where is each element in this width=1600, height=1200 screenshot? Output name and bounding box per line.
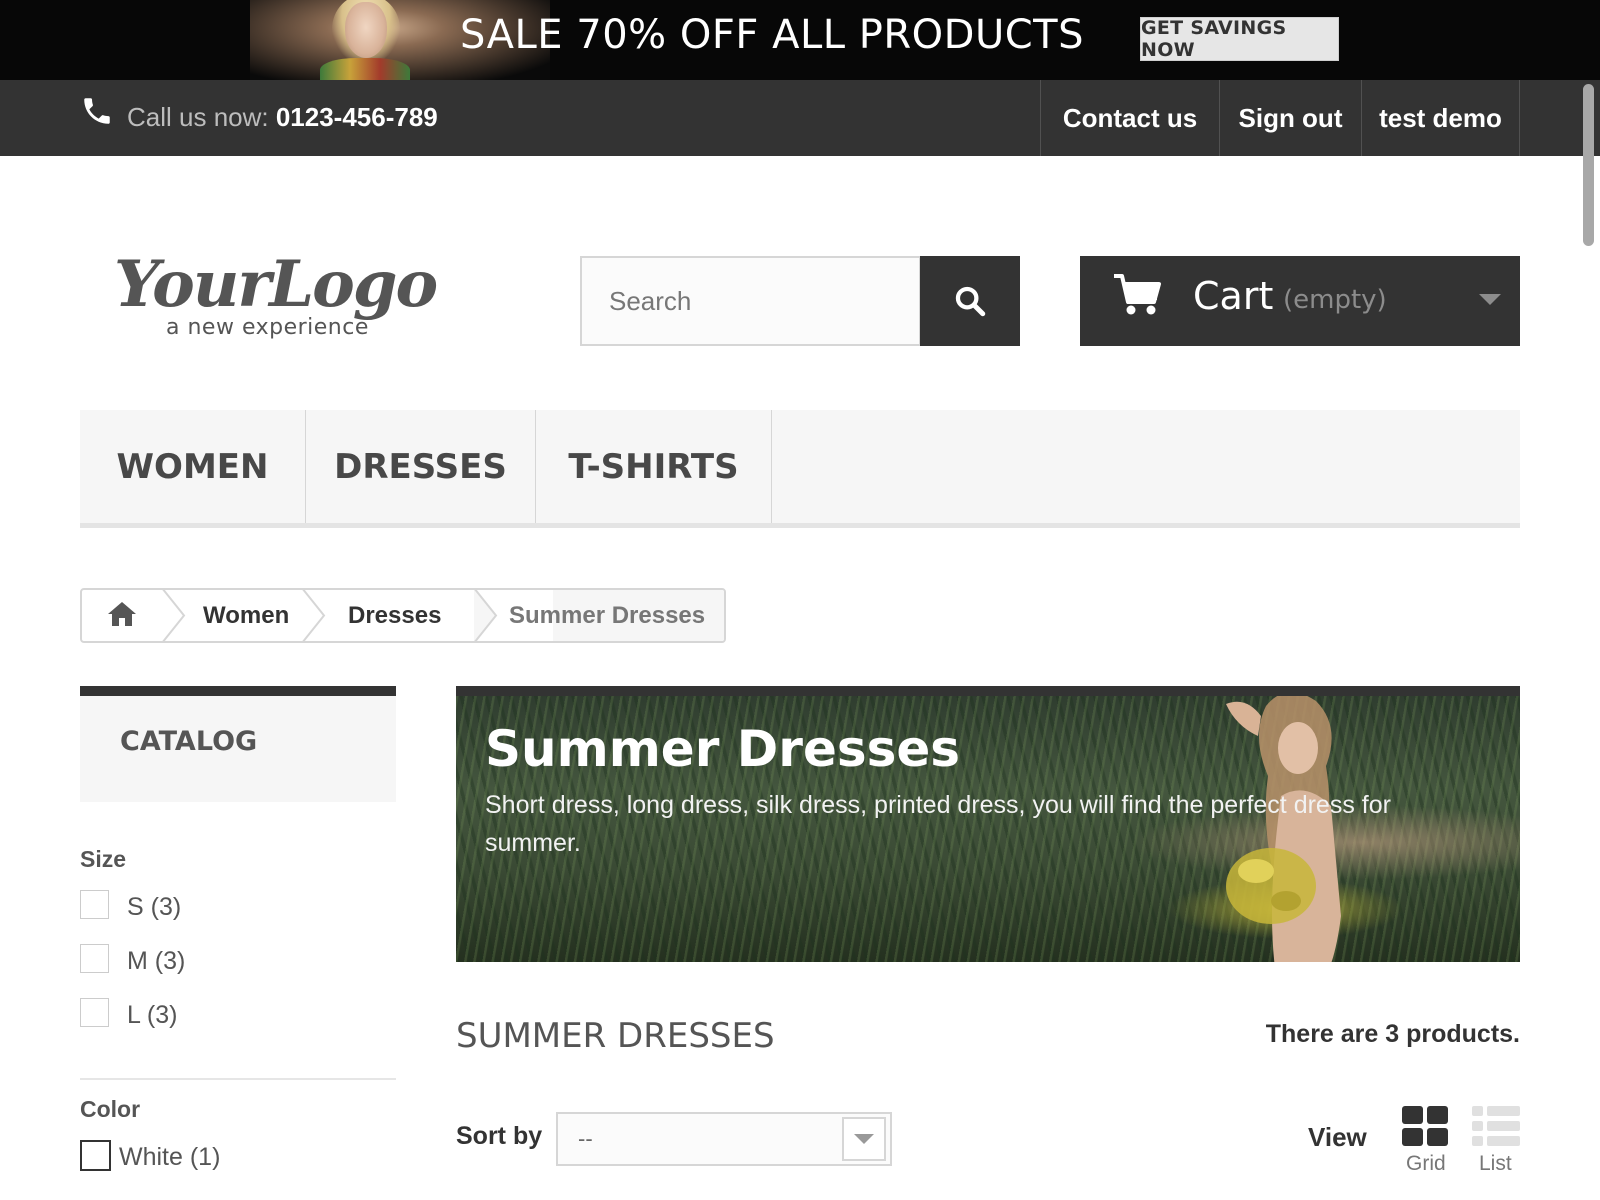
- catalog-title: CATALOG: [120, 726, 258, 757]
- color-swatch[interactable]: [80, 1140, 111, 1171]
- sort-select[interactable]: --: [556, 1112, 892, 1166]
- menu-item-women[interactable]: WOMEN: [80, 410, 306, 523]
- scrollbar-thumb[interactable]: [1583, 84, 1594, 246]
- category-heading: SUMMER DRESSES: [456, 1016, 775, 1056]
- call-us-text: Call us now: 0123-456-789: [127, 102, 438, 133]
- product-count: There are 3 products.: [1265, 1020, 1520, 1048]
- shopping-cart-icon: [1114, 274, 1161, 315]
- cart-label: Cart: [1193, 274, 1274, 318]
- breadcrumb-separator: [474, 590, 498, 641]
- sign-out-link[interactable]: Sign out: [1219, 80, 1361, 156]
- account-link[interactable]: test demo: [1361, 80, 1520, 156]
- sort-value: --: [578, 1126, 593, 1151]
- list-view-label[interactable]: List: [1479, 1152, 1512, 1176]
- checkbox[interactable]: [80, 890, 109, 919]
- filter-label: L (3): [127, 1001, 178, 1029]
- breadcrumb-women[interactable]: Women: [203, 590, 289, 641]
- filter-label: S (3): [127, 893, 182, 921]
- checkbox[interactable]: [80, 998, 109, 1027]
- phone-icon: [84, 98, 110, 124]
- category-banner: Summer Dresses Short dress, long dress, …: [456, 686, 1520, 962]
- category-banner-title: Summer Dresses: [485, 720, 961, 778]
- color-filter-title: Color: [80, 1096, 141, 1122]
- search-icon: [955, 286, 986, 317]
- cart-button[interactable]: Cart (empty): [1080, 256, 1520, 346]
- search-input[interactable]: Search: [580, 256, 921, 346]
- size-filter-title: Size: [80, 846, 127, 872]
- main-menu: WOMEN DRESSES T-SHIRTS: [80, 410, 1520, 528]
- category-description: Short dress, long dress, silk dress, pri…: [485, 791, 1391, 857]
- sort-label: Sort by: [456, 1122, 543, 1150]
- breadcrumb-separator: [302, 590, 326, 641]
- grid-view-label[interactable]: Grid: [1406, 1152, 1446, 1176]
- svg-text:YourLogo: YourLogo: [114, 247, 437, 322]
- chevron-down-icon: [1479, 294, 1501, 305]
- get-savings-button[interactable]: GET SAVINGS NOW: [1140, 17, 1339, 61]
- breadcrumb-current: Summer Dresses: [509, 601, 706, 629]
- contact-us-link[interactable]: Contact us: [1040, 80, 1219, 156]
- site-logo[interactable]: YourLogo a new experience: [110, 240, 470, 350]
- chevron-down-icon[interactable]: [842, 1117, 886, 1161]
- promo-text: SALE 70% OFF ALL PRODUCTS: [460, 12, 1084, 58]
- breadcrumb: Women Dresses Summer Dresses: [80, 588, 726, 643]
- grid-view-icon[interactable]: [1402, 1106, 1448, 1146]
- filter-label: M (3): [127, 947, 186, 975]
- filter-label: White (1): [119, 1143, 221, 1171]
- catalog-block: CATALOG: [80, 686, 396, 802]
- top-nav-bar: Call us now: 0123-456-789 Contact us Sig…: [0, 80, 1600, 156]
- checkbox[interactable]: [80, 944, 109, 973]
- list-view-icon[interactable]: [1472, 1106, 1520, 1146]
- search-placeholder: Search: [609, 285, 692, 316]
- search-button[interactable]: [920, 256, 1020, 346]
- promo-banner[interactable]: SALE 70% OFF ALL PRODUCTS GET SAVINGS NO…: [0, 0, 1600, 80]
- cart-status: (empty): [1283, 285, 1387, 315]
- filter-divider: [80, 1078, 396, 1080]
- phone-number: 0123-456-789: [275, 102, 438, 132]
- breadcrumb-dresses[interactable]: Dresses: [348, 590, 441, 641]
- menu-item-tshirts[interactable]: T-SHIRTS: [536, 410, 772, 523]
- home-icon[interactable]: [106, 600, 138, 628]
- call-prefix: Call us now:: [127, 102, 276, 132]
- view-label: View: [1308, 1122, 1367, 1152]
- breadcrumb-separator: [162, 590, 186, 641]
- menu-item-dresses[interactable]: DRESSES: [306, 410, 536, 523]
- svg-text:a new experience: a new experience: [166, 315, 369, 340]
